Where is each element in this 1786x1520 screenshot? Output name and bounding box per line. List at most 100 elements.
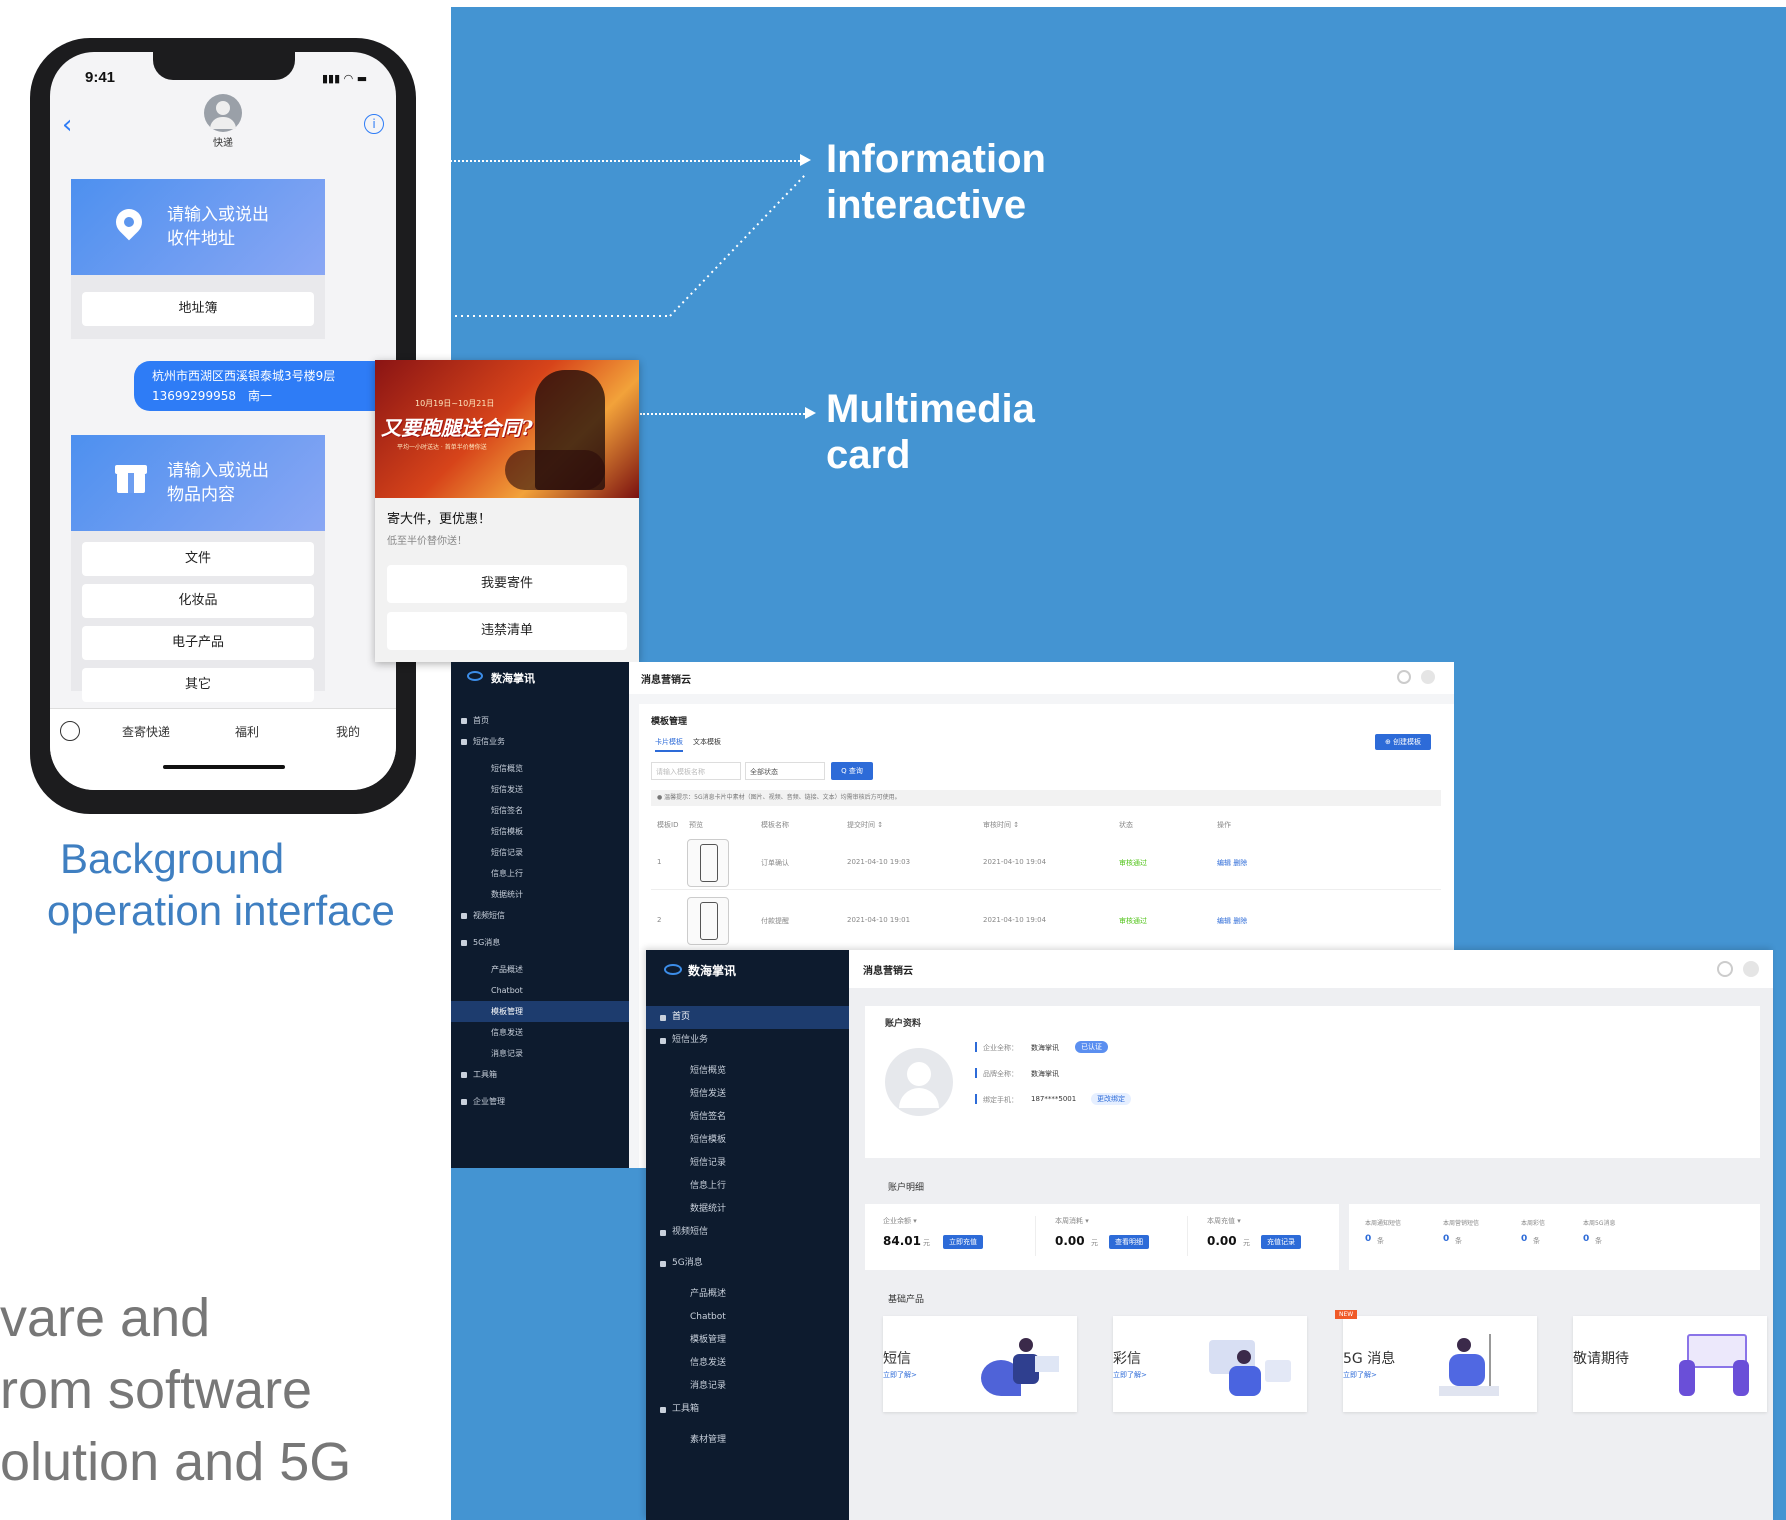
company-avatar xyxy=(885,1048,953,1116)
sidebar-item[interactable]: 5G消息 xyxy=(451,932,629,953)
sidebar-item-label: 首页 xyxy=(473,716,489,725)
dash2-user-avatar[interactable] xyxy=(1743,961,1759,977)
dash1-tab-text[interactable]: 文本模板 xyxy=(693,737,721,747)
sidebar-item[interactable]: 短信概览 xyxy=(646,1060,849,1083)
sidebar-item[interactable]: 短信模板 xyxy=(646,1129,849,1152)
product-card-coming-soon: 敬请期待 xyxy=(1573,1316,1767,1412)
sidebar-item[interactable]: 短信模板 xyxy=(451,821,629,842)
dash1-tab-card[interactable]: 卡片模板 xyxy=(655,737,683,752)
sidebar-item[interactable]: 短信发送 xyxy=(451,779,629,800)
address-book-button[interactable]: 地址簿 xyxy=(82,292,314,326)
sidebar-item[interactable]: 信息发送 xyxy=(646,1352,849,1375)
sidebar-item[interactable]: 短信业务 xyxy=(646,1029,849,1052)
info-icon[interactable]: i xyxy=(364,114,384,134)
sidebar-item[interactable]: Chatbot xyxy=(451,980,629,1001)
sidebar-item[interactable]: 数据统计 xyxy=(646,1198,849,1221)
row2-preview-thumbnail[interactable] xyxy=(687,897,729,945)
view-details-button[interactable]: 查看明细 xyxy=(1109,1235,1149,1249)
sidebar-bullet-icon xyxy=(461,718,467,724)
sidebar-item[interactable]: 产品概述 xyxy=(451,959,629,980)
sidebar-item[interactable]: 模板管理 xyxy=(451,1001,629,1022)
sidebar-item[interactable]: 工具箱 xyxy=(646,1398,849,1421)
sidebar-item[interactable]: 5G消息 xyxy=(646,1252,849,1275)
dash1-status-select[interactable]: 全部状态 xyxy=(745,762,825,780)
sidebar-item[interactable]: 消息记录 xyxy=(646,1375,849,1398)
product-5g-link[interactable]: 立即了解> xyxy=(1343,1370,1377,1380)
cut-text-line2: rom software xyxy=(0,1360,313,1420)
sidebar-item-label: 数据统计 xyxy=(690,1204,727,1214)
nav-benefits[interactable]: 福利 xyxy=(235,723,259,740)
send-package-button[interactable]: 我要寄件 xyxy=(387,565,627,603)
message-bubble: 杭州市西湖区西溪银泰城3号楼9层 13699299958 南一 xyxy=(134,361,396,411)
bottom-menu-bar: 查寄快递 福利 我的 xyxy=(50,708,396,790)
change-phone-badge[interactable]: 更改绑定 xyxy=(1091,1093,1131,1105)
dash1-user-avatar[interactable] xyxy=(1421,670,1435,684)
sidebar-item[interactable]: 短信签名 xyxy=(451,800,629,821)
option-document-button[interactable]: 文件 xyxy=(82,542,314,576)
product-card-mms[interactable]: 彩信 立即了解> xyxy=(1113,1316,1307,1412)
sidebar-item[interactable]: 短信发送 xyxy=(646,1083,849,1106)
product-mms-name: 彩信 xyxy=(1113,1351,1141,1367)
sidebar-item[interactable]: 数据统计 xyxy=(451,884,629,905)
sidebar-item-label: 短信签名 xyxy=(491,806,523,815)
product-card-5g[interactable]: NEW 5G 消息 立即了解> xyxy=(1335,1310,1537,1412)
stat-marketing-sms-value: 0 xyxy=(1443,1234,1450,1244)
keyboard-toggle-icon[interactable] xyxy=(60,721,80,741)
sidebar-item[interactable]: 短信业务 xyxy=(451,731,629,752)
sidebar-item[interactable]: 短信概览 xyxy=(451,758,629,779)
sidebar-item-label: 短信业务 xyxy=(473,737,505,746)
option-cosmetics-button[interactable]: 化妆品 xyxy=(82,584,314,618)
sidebar-item[interactable]: 短信记录 xyxy=(451,842,629,863)
dash2-notification-icon[interactable] xyxy=(1717,961,1733,977)
sidebar-item-label: 工具箱 xyxy=(473,1070,497,1079)
back-chevron-icon[interactable]: ‹ xyxy=(62,110,72,140)
sidebar-item[interactable]: 模板管理 xyxy=(646,1329,849,1352)
recharge-record-button[interactable]: 充值记录 xyxy=(1261,1235,1301,1249)
dash1-search-button[interactable]: Q 查询 xyxy=(831,762,873,780)
sidebar-item[interactable]: 视频短信 xyxy=(646,1221,849,1244)
prohibited-list-button[interactable]: 违禁清单 xyxy=(387,612,627,650)
sidebar-item[interactable]: 信息发送 xyxy=(451,1022,629,1043)
nav-track-express[interactable]: 查寄快递 xyxy=(122,723,170,740)
row1-preview-thumbnail[interactable] xyxy=(687,839,729,887)
sidebar-item[interactable]: 首页 xyxy=(646,1006,849,1029)
dash1-sidebar: 数海掌讯 首页 短信业务 短信概览 短信发送 短信签名 短信模板 短信记录 信息上行 数据统计视… xyxy=(451,662,629,1168)
sidebar-item[interactable]: 信息上行 xyxy=(646,1175,849,1198)
sidebar-item[interactable]: 短信签名 xyxy=(646,1106,849,1129)
consume-value: 0.00 xyxy=(1055,1234,1085,1248)
row2-actions[interactable]: 编辑 删除 xyxy=(1217,916,1247,926)
product-card-sms[interactable]: 短信 立即了解> xyxy=(883,1316,1077,1412)
product-sms-link[interactable]: 立即了解> xyxy=(883,1370,917,1380)
sidebar-item[interactable]: 首页 xyxy=(451,710,629,731)
dash1-col-submit-time[interactable]: 提交时间 ↕ xyxy=(847,820,883,830)
5g-seat-shape xyxy=(1439,1386,1499,1396)
sidebar-item[interactable]: 消息记录 xyxy=(451,1043,629,1064)
sidebar-item[interactable]: 产品概述 xyxy=(646,1283,849,1306)
dash1-notification-icon[interactable] xyxy=(1397,670,1411,684)
dash1-search-input[interactable]: 请输入模板名称 xyxy=(651,762,741,780)
product-mms-link[interactable]: 立即了解> xyxy=(1113,1370,1147,1380)
dash1-col-review-time[interactable]: 审核时间 ↕ xyxy=(983,820,1019,830)
callout-connector-top xyxy=(395,160,800,162)
sidebar-item[interactable]: 信息上行 xyxy=(451,863,629,884)
recharge-now-button[interactable]: 立即充值 xyxy=(943,1235,983,1249)
item-input-card[interactable]: 请输入或说出 物品内容 xyxy=(71,435,325,531)
5g-lamp-shape xyxy=(1489,1334,1491,1394)
sidebar-item[interactable]: 素材管理 xyxy=(646,1429,849,1452)
option-electronics-button[interactable]: 电子产品 xyxy=(82,626,314,660)
product-sms-name: 短信 xyxy=(883,1351,911,1367)
option-other-button[interactable]: 其它 xyxy=(82,668,314,702)
sidebar-item-label: 短信发送 xyxy=(690,1089,727,1099)
sidebar-item[interactable]: 工具箱 xyxy=(451,1064,629,1085)
stat-mms-value: 0 xyxy=(1521,1234,1528,1244)
sidebar-item[interactable]: 企业管理 xyxy=(451,1091,629,1112)
nav-mine[interactable]: 我的 xyxy=(336,723,360,740)
dash1-create-template-button[interactable]: ⊕ 创建模板 xyxy=(1375,734,1431,750)
sidebar-item[interactable]: Chatbot xyxy=(646,1306,849,1329)
row1-phone-icon xyxy=(700,844,718,882)
sidebar-item[interactable]: 短信记录 xyxy=(646,1152,849,1175)
address-input-card[interactable]: 请输入或说出 收件地址 xyxy=(71,179,325,275)
consume-label: 本周消耗 ▾ xyxy=(1055,1217,1089,1225)
sidebar-item[interactable]: 视频短信 xyxy=(451,905,629,926)
row1-actions[interactable]: 编辑 删除 xyxy=(1217,858,1247,868)
